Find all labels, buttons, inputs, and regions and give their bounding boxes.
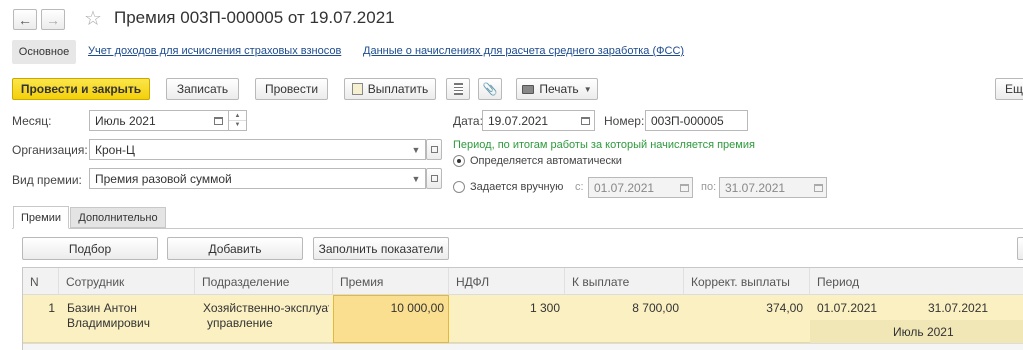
post-and-close-button[interactable]: Провести и закрыть (12, 78, 150, 100)
nav-tab-insurance[interactable]: Учет доходов для исчисления страховых вз… (88, 45, 341, 57)
number-label: Номер: (604, 114, 645, 128)
select-button[interactable]: Подбор (22, 237, 158, 260)
spin-down-icon[interactable]: ▼ (229, 121, 246, 130)
forward-button[interactable]: → (41, 9, 65, 30)
row-dept-line2: управление (207, 316, 273, 330)
row-period-from: 01.07.2021 (817, 301, 878, 315)
col-employee[interactable]: Сотрудник (59, 268, 195, 295)
arrow-right-icon: → (46, 11, 60, 28)
spin-up-icon[interactable]: ▲ (229, 111, 246, 121)
col-ndfl[interactable]: НДФЛ (449, 268, 565, 295)
print-button[interactable]: Печать ▼ (516, 78, 598, 100)
row-ndfl: 1 300 (529, 301, 560, 315)
row-employee-line1: Базин Антон (67, 301, 137, 315)
col-bonus[interactable]: Премия (333, 268, 449, 295)
tab-bonuses[interactable]: Премии (13, 206, 69, 229)
pay-document-icon (351, 83, 363, 95)
row-employee-line2: Владимирович (67, 316, 151, 330)
more-table-button[interactable] (1017, 237, 1023, 260)
bonus-type-dropdown-icon[interactable]: ▼ (409, 171, 423, 187)
col-n[interactable]: N (23, 268, 59, 295)
row-payout: 8 700,00 (632, 301, 679, 315)
favorite-star-icon[interactable]: ☆ (84, 6, 102, 31)
number-input[interactable]: 003П-000005 (645, 110, 748, 131)
list-icon (453, 83, 463, 95)
radio-manual-label: Задается вручную (470, 181, 564, 193)
attach-button[interactable]: 📎 (478, 78, 502, 100)
add-button[interactable]: Добавить (167, 237, 303, 260)
row-bonus: 10 000,00 (390, 301, 444, 315)
row-dept-line1: Хозяйственно-эксплуат (203, 301, 329, 315)
row-correction: 374,00 (766, 301, 803, 315)
radio-manual[interactable] (453, 181, 465, 193)
col-correction[interactable]: Коррект. выплаты (684, 268, 810, 295)
row-period-month: Июль 2021 (893, 325, 954, 339)
window-title: Премия 003П-000005 от 19.07.2021 (114, 8, 395, 27)
table-footer (23, 343, 1023, 350)
radio-auto-label: Определяется автоматически (470, 155, 622, 167)
pay-button[interactable]: Выплатить (344, 78, 436, 100)
paperclip-icon: 📎 (482, 82, 498, 96)
organization-dropdown-icon[interactable]: ▼ (409, 142, 423, 158)
tab-additional[interactable]: Дополнительно (70, 207, 166, 228)
calendar-icon[interactable] (211, 113, 225, 129)
post-button[interactable]: Провести (255, 78, 328, 100)
organization-open-button[interactable] (426, 139, 442, 160)
row-n: 1 (48, 301, 55, 315)
nav-tab-main[interactable]: Основное (12, 40, 76, 64)
fill-indicators-button[interactable]: Заполнить показатели (313, 237, 449, 260)
from-calendar-icon[interactable] (677, 180, 691, 196)
organization-label: Организация: (12, 143, 88, 157)
from-label: с: (575, 181, 584, 193)
col-department[interactable]: Подразделение (195, 268, 333, 295)
date-label: Дата: (453, 114, 483, 128)
to-label: по: (701, 181, 717, 193)
month-label: Месяц: (12, 114, 52, 128)
open-link-icon (430, 175, 438, 182)
col-payout[interactable]: К выплате (565, 268, 684, 295)
month-spinner[interactable]: ▲ ▼ (229, 110, 247, 131)
bonus-type-label: Вид премии: (12, 173, 82, 187)
to-calendar-icon[interactable] (811, 180, 825, 196)
period-hint: Период, по итогам работы за который начи… (453, 139, 755, 151)
month-input[interactable]: Июль 2021 (89, 110, 229, 131)
back-button[interactable]: ← (13, 9, 37, 30)
bonus-type-open-button[interactable] (426, 168, 442, 189)
dropdown-arrow-icon: ▼ (583, 84, 592, 94)
nav-tab-fss[interactable]: Данные о начислениях для расчета среднег… (363, 45, 684, 57)
printer-icon (522, 84, 535, 94)
col-period[interactable]: Период (810, 268, 1023, 295)
list-button[interactable] (446, 78, 470, 100)
organization-select[interactable]: Крон-Ц (89, 139, 426, 160)
open-link-icon (430, 146, 438, 153)
bonus-type-select[interactable]: Премия разовой суммой (89, 168, 426, 189)
date-calendar-icon[interactable] (578, 113, 592, 129)
save-button[interactable]: Записать (166, 78, 239, 100)
row-period-to: 31.07.2021 (928, 301, 989, 315)
arrow-left-icon: ← (18, 11, 32, 28)
content-tabs-line (12, 228, 1023, 229)
radio-auto[interactable] (453, 155, 465, 167)
more-button[interactable]: Ещ (995, 78, 1023, 100)
